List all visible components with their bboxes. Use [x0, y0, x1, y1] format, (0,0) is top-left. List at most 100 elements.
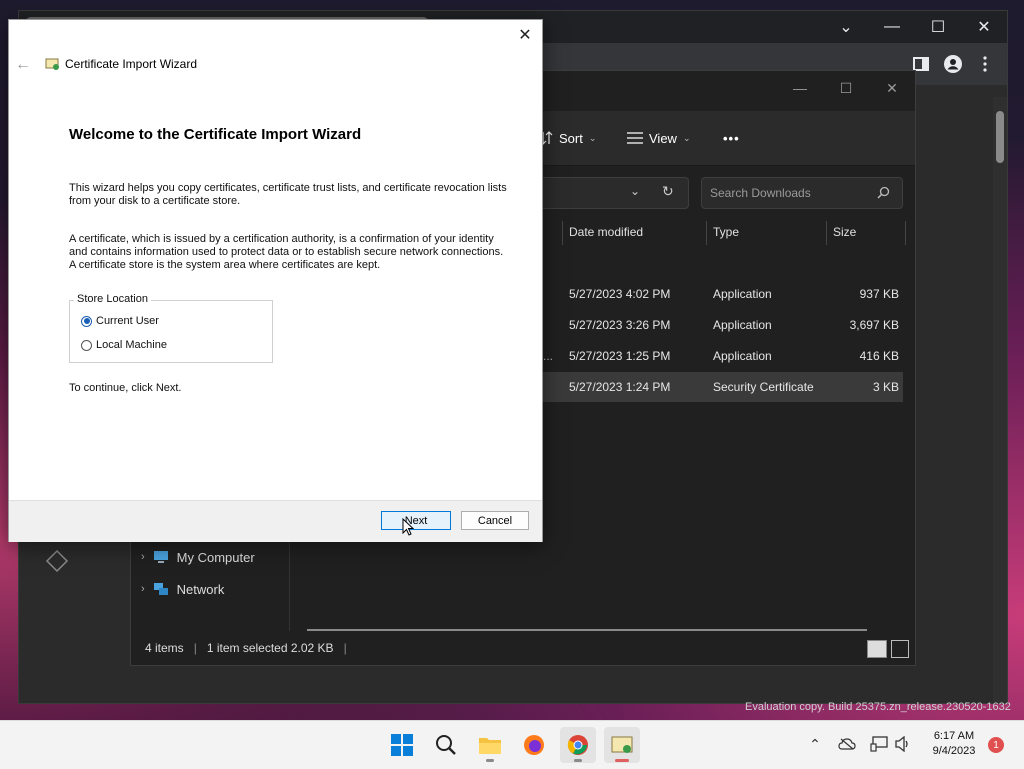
column-type[interactable]: Type — [713, 217, 739, 247]
search-icon — [436, 735, 456, 755]
chrome-close-button[interactable]: ✕ — [961, 11, 1007, 43]
row-date: 5/27/2023 1:25 PM — [569, 349, 671, 363]
diamond-icon — [41, 545, 73, 577]
network-status-icon[interactable] — [868, 733, 890, 755]
search-icon — [877, 186, 890, 199]
cancel-button[interactable]: Cancel — [461, 511, 529, 530]
profile-icon[interactable] — [943, 54, 963, 74]
store-location-group — [69, 300, 273, 363]
taskbar-search-button[interactable] — [428, 727, 464, 763]
row-type: Application — [713, 287, 772, 301]
search-downloads-input[interactable]: Search Downloads — [701, 177, 903, 209]
nav-item-my-computer[interactable]: › My Computer — [141, 543, 255, 571]
radio-selected-icon[interactable] — [81, 315, 92, 327]
wizard-heading: Welcome to the Certificate Import Wizard — [69, 126, 362, 143]
row-size: 3 KB — [872, 380, 899, 394]
next-button[interactable]: Next — [381, 511, 451, 530]
continue-instruction: To continue, click Next. — [69, 382, 182, 394]
view-button[interactable]: View ⌄ — [627, 121, 691, 155]
taskbar-file-explorer[interactable] — [472, 727, 508, 763]
sort-chevron-icon: ⌄ — [588, 132, 597, 143]
more-options-button[interactable]: ••• — [723, 121, 740, 155]
local-machine-label: Local Machine — [96, 339, 167, 351]
details-view-icon[interactable] — [867, 640, 887, 658]
explorer-close-button[interactable]: ✕ — [869, 71, 915, 105]
local-machine-radio[interactable]: Local Machine — [81, 339, 167, 351]
certificate-import-wizard-dialog: ✕ ← Certificate Import Wizard Welcome to… — [8, 19, 543, 542]
certificate-icon — [611, 736, 633, 753]
search-placeholder: Search Downloads — [710, 186, 811, 200]
wizard-intro-text: This wizard helps you copy certificates,… — [69, 182, 507, 207]
store-location-label: Store Location — [74, 293, 151, 305]
file-row[interactable]: 5/27/2023 3:26 PM Application 3,697 KB — [539, 310, 903, 340]
folder-icon — [479, 738, 501, 754]
volume-icon[interactable] — [892, 733, 914, 755]
row-date: 5/27/2023 4:02 PM — [569, 287, 671, 301]
address-bar[interactable]: ⌄ ↻ — [531, 177, 689, 209]
tab-search-dropdown-icon[interactable]: ⌄ — [823, 11, 869, 43]
explorer-minimize-button[interactable]: — — [777, 71, 823, 105]
sort-label: Sort — [559, 130, 583, 146]
file-row[interactable]: ... 5/27/2023 1:25 PM Application 416 KB — [539, 341, 903, 371]
page-scrollbar[interactable] — [993, 97, 1007, 703]
column-date-modified[interactable]: Date modified — [569, 217, 643, 247]
clock-time: 6:17 AM — [933, 730, 975, 742]
chrome-minimize-button[interactable]: — — [869, 11, 915, 43]
address-dropdown-icon[interactable]: ⌄ — [630, 184, 640, 198]
taskbar-chrome[interactable] — [560, 727, 596, 763]
radio-unselected-icon[interactable] — [81, 339, 92, 351]
navigation-pane: › My Computer › Network — [131, 531, 290, 631]
clock-date: 9/4/2023 — [932, 745, 976, 757]
expand-chevron-icon[interactable]: › — [141, 583, 145, 595]
evaluation-watermark: Evaluation copy. Build 25375.zn_release.… — [745, 701, 1011, 713]
page-scroll-thumb[interactable] — [996, 111, 1004, 163]
row-size: 416 KB — [859, 349, 899, 363]
view-chevron-icon: ⌄ — [682, 132, 691, 143]
row-name: ... — [543, 349, 554, 363]
status-selection: 1 item selected 2.02 KB — [206, 641, 334, 655]
computer-icon — [153, 551, 168, 563]
row-size: 3,697 KB — [849, 318, 899, 332]
show-hidden-icons-chevron-icon[interactable]: ⌃ — [804, 733, 826, 755]
row-type: Security Certificate — [713, 380, 814, 394]
taskbar-certificate-wizard[interactable] — [604, 727, 640, 763]
current-user-label: Current User — [96, 315, 159, 327]
chrome-menu-icon[interactable] — [975, 54, 995, 74]
nav-label: Network — [176, 581, 225, 597]
refresh-icon[interactable]: ↻ — [662, 183, 674, 200]
file-row-selected[interactable]: 5/27/2023 1:24 PM Security Certificate 3… — [539, 372, 903, 402]
row-size: 937 KB — [859, 287, 899, 301]
dialog-footer: Next Cancel — [9, 500, 542, 542]
nav-item-network[interactable]: › Network — [141, 575, 224, 603]
system-clock[interactable]: 6:17 AM 9/4/2023 — [924, 729, 984, 759]
notification-badge[interactable]: 1 — [988, 737, 1004, 753]
view-label: View — [649, 130, 677, 146]
tiles-view-icon[interactable] — [891, 640, 909, 658]
current-user-radio[interactable]: Current User — [81, 315, 159, 327]
chrome-maximize-button[interactable]: ☐ — [915, 11, 961, 43]
row-type: Application — [713, 349, 772, 363]
status-bar: 4 items | 1 item selected 2.02 KB | — [131, 631, 915, 665]
nav-label: My Computer — [176, 549, 255, 565]
file-row[interactable]: 5/27/2023 4:02 PM Application 937 KB — [539, 279, 903, 309]
chrome-icon — [567, 735, 588, 755]
dialog-title: Certificate Import Wizard — [65, 57, 198, 71]
status-item-count: 4 items — [145, 641, 184, 655]
row-date: 5/27/2023 1:24 PM — [569, 380, 671, 394]
explorer-maximize-button[interactable]: ☐ — [823, 71, 869, 105]
column-size[interactable]: Size — [833, 217, 856, 247]
wizard-description-text: A certificate, which is issued by a cert… — [69, 233, 504, 271]
windows-logo-icon — [391, 734, 413, 756]
firefox-icon — [524, 735, 544, 755]
close-icon[interactable]: ✕ — [514, 24, 536, 46]
sort-button[interactable]: Sort ⌄ — [539, 121, 596, 155]
taskbar-firefox[interactable] — [516, 727, 552, 763]
start-button[interactable] — [384, 727, 420, 763]
certificate-icon — [45, 57, 61, 71]
back-arrow-icon[interactable]: ← — [15, 56, 31, 74]
onedrive-icon[interactable] — [836, 733, 858, 755]
row-type: Application — [713, 318, 772, 332]
expand-chevron-icon[interactable]: › — [141, 551, 145, 563]
view-icon — [627, 132, 643, 144]
taskbar: ⌃ 6:17 AM 9/4/2023 1 — [0, 720, 1024, 769]
